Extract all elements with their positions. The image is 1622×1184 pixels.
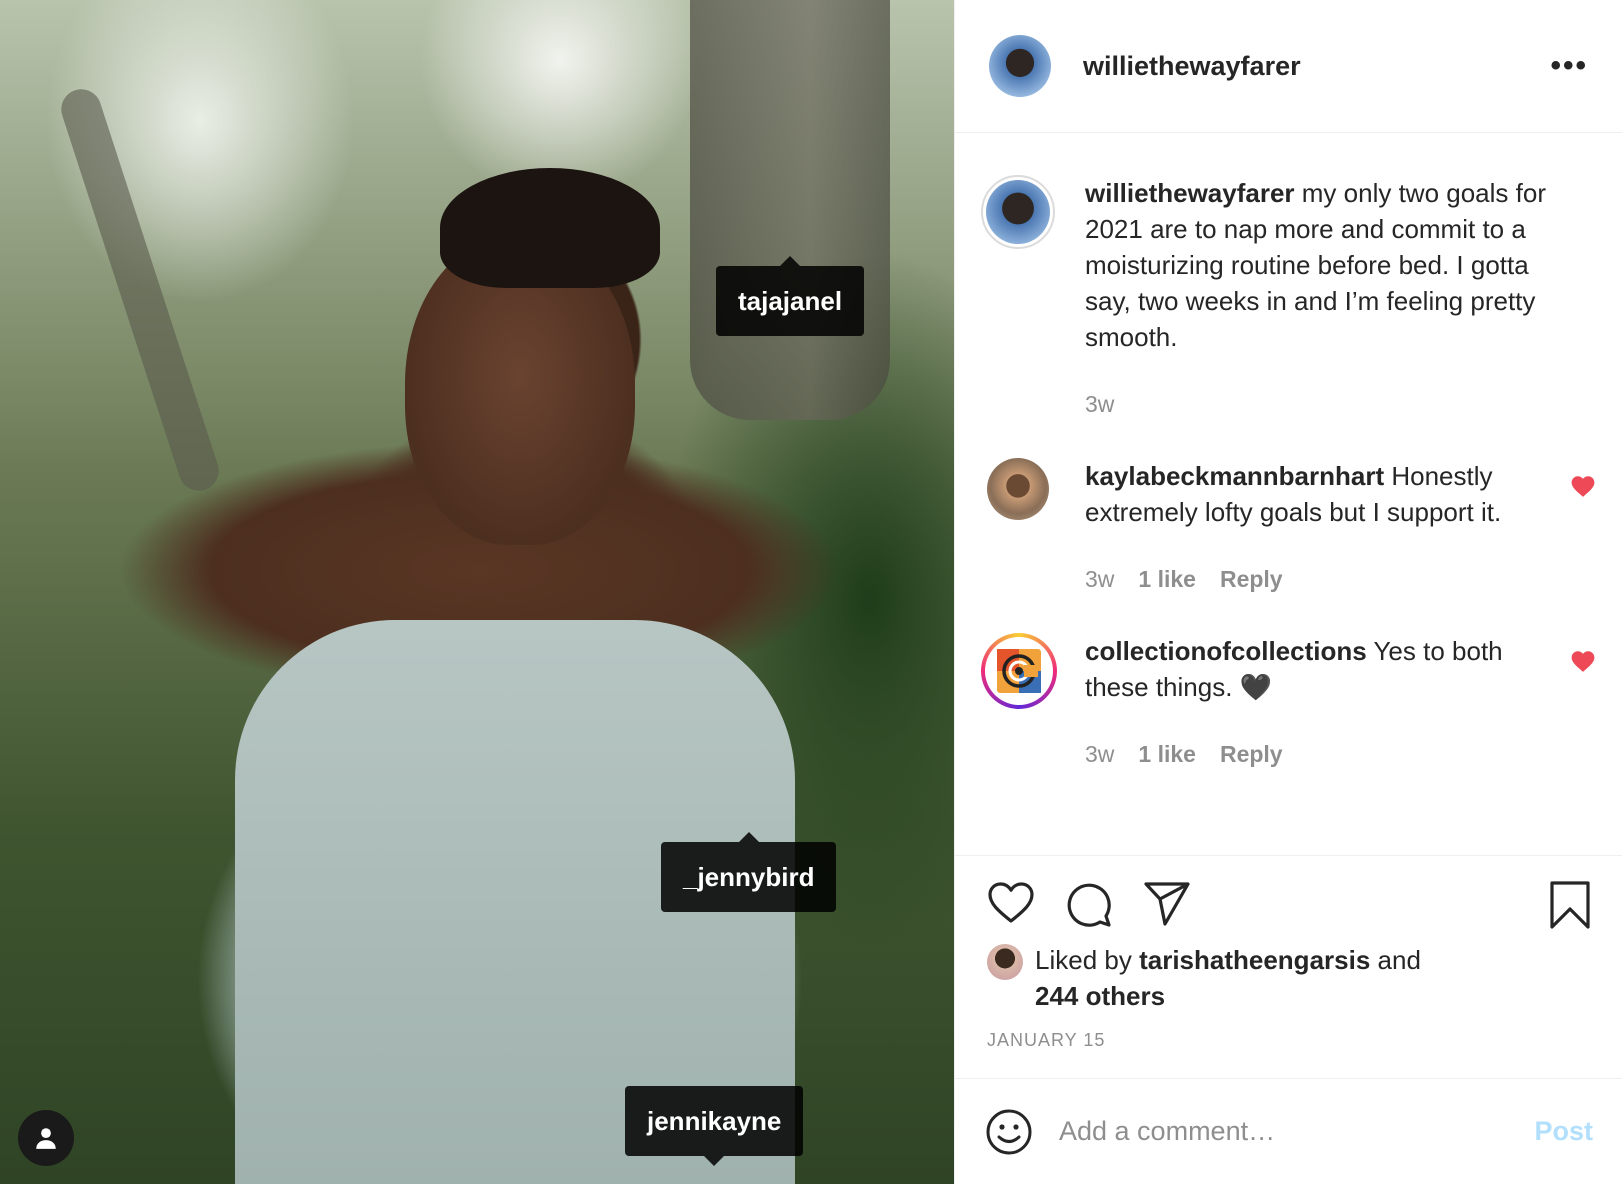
comment-username[interactable]: kaylabeckmannbarnhart [1085,461,1384,491]
caption-time[interactable]: 3w [1085,391,1114,418]
action-bar [955,856,1622,932]
caption-avatar[interactable] [981,175,1055,249]
more-options-icon[interactable]: ••• [1550,49,1588,83]
photo-user-tag[interactable]: tajajanel [716,256,865,336]
likes-summary: Liked by tarishatheengarsis and 244 other… [955,932,1622,1014]
comments-list: williethewayfarer my only two goals for … [955,133,1622,855]
comment-body: kaylabeckmannbarnhart Honestly extremely… [1085,458,1546,530]
instagram-post: tajajanel _jennybird jennikayne willieth… [0,0,1622,1184]
comment-like-heart-icon[interactable] [1570,649,1596,673]
comment-time[interactable]: 3w [1085,741,1114,768]
comment-reply-button[interactable]: Reply [1220,741,1283,768]
collection-logo-icon [989,641,1049,701]
post-comment-button[interactable]: Post [1534,1116,1593,1147]
photo-user-tag[interactable]: jennikayne [625,1086,804,1166]
post-side-panel: williethewayfarer ••• williethewayfarer … [954,0,1622,1184]
photo-tree-trunk [690,0,890,420]
caption: williethewayfarer my only two goals for … [981,175,1596,418]
comment-like-heart-icon[interactable] [1570,474,1596,498]
post-actions-section: Liked by tarishatheengarsis and 244 other… [955,855,1622,1051]
comment-body: collectionofcollections Yes to both thes… [1085,633,1546,705]
post-date[interactable]: JANUARY 15 [955,1014,1622,1051]
post-header: williethewayfarer ••• [955,0,1622,133]
comment-reply-button[interactable]: Reply [1220,566,1283,593]
liker-username[interactable]: tarishatheengarsis [1139,945,1370,975]
comment-item: kaylabeckmannbarnhart Honestly extremely… [981,458,1596,593]
post-photo[interactable]: tajajanel _jennybird jennikayne [0,0,954,1184]
caption-meta: 3w [1085,391,1546,418]
author-username[interactable]: williethewayfarer [1083,51,1550,82]
emoji-icon[interactable] [985,1108,1033,1156]
heart-icon[interactable] [987,881,1035,925]
commenter-avatar[interactable] [981,633,1057,709]
comment-like-count[interactable]: 1 like [1138,741,1196,768]
comment-item: collectionofcollections Yes to both thes… [981,633,1596,768]
person-icon [36,1128,56,1149]
comment-username[interactable]: collectionofcollections [1085,636,1367,666]
add-comment-bar: Add a comment… Post [955,1078,1622,1184]
caption-body: williethewayfarer my only two goals for … [1085,175,1546,355]
likes-text[interactable]: Liked by tarishatheengarsis and 244 other… [1035,942,1421,1014]
author-avatar[interactable] [989,35,1051,97]
comment-meta: 3w 1 like Reply [1085,566,1546,593]
add-comment-input[interactable]: Add a comment… [1059,1116,1534,1147]
bookmark-icon[interactable] [1549,880,1591,930]
likes-others[interactable]: 244 others [1035,981,1165,1011]
photo-hair [440,168,660,288]
commenter-avatar[interactable] [987,458,1049,520]
caption-username[interactable]: williethewayfarer [1085,178,1295,208]
photo-user-tag[interactable]: _jennybird [661,832,837,912]
likes-middle: and [1370,945,1421,975]
comment-meta: 3w 1 like Reply [1085,741,1546,768]
comment-icon[interactable] [1065,881,1113,929]
likes-prefix: Liked by [1035,945,1140,975]
comment-time[interactable]: 3w [1085,566,1114,593]
share-icon[interactable] [1143,881,1191,927]
liker-avatar[interactable] [987,944,1023,980]
comment-like-count[interactable]: 1 like [1138,566,1196,593]
user-tags-button[interactable] [18,1110,74,1166]
